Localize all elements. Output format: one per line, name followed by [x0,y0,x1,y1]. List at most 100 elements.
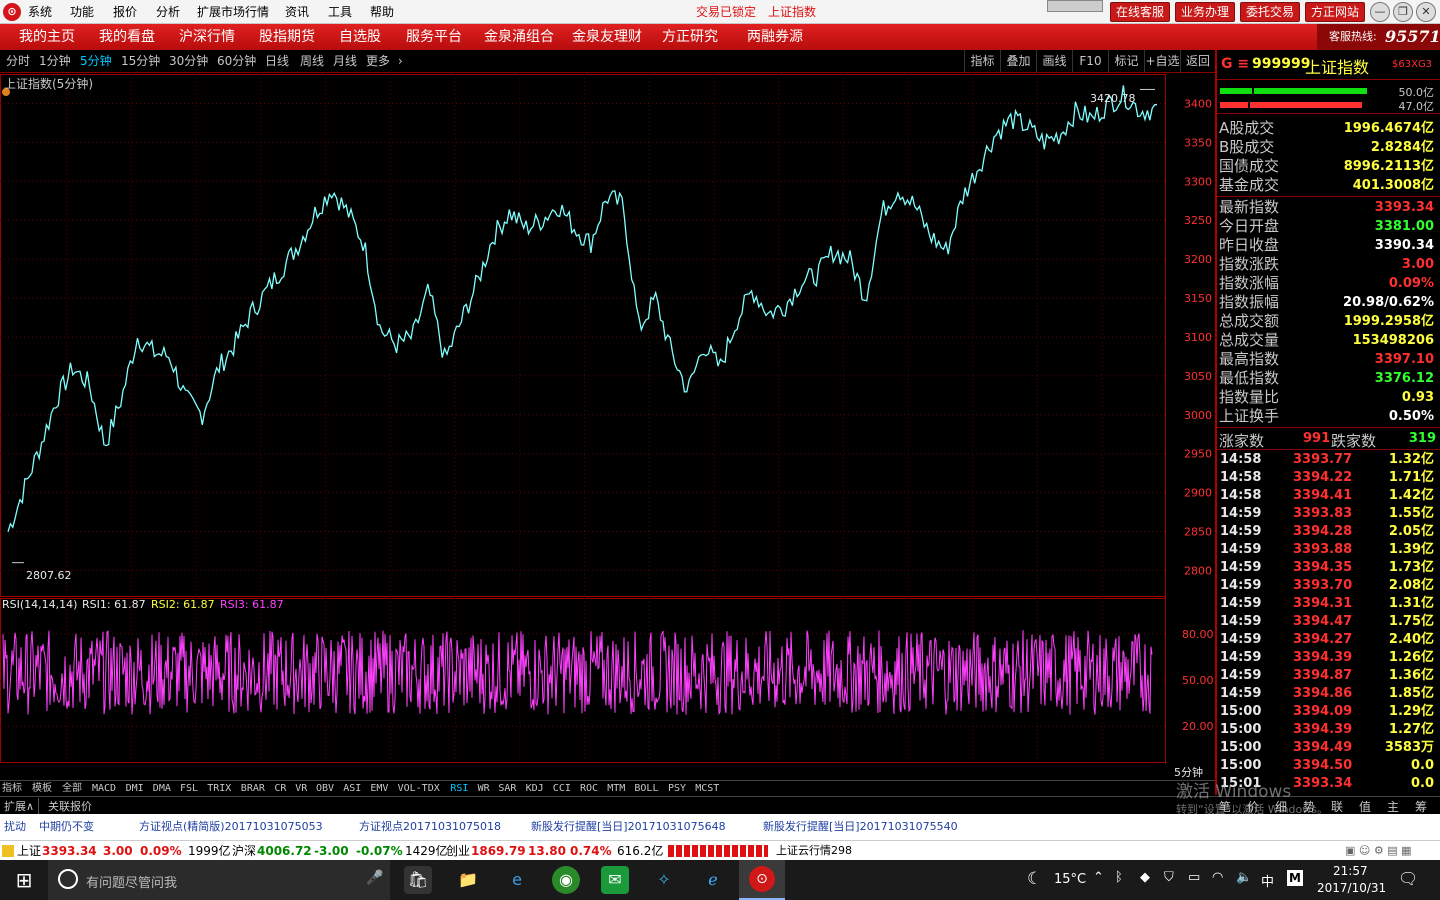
tick-row[interactable]: 14:59 3394.39 1.26亿 [1217,649,1438,667]
tick-list[interactable]: 14:58 3393.77 1.32亿 14:58 3394.22 1.71亿 14:58 3… [1217,451,1440,795]
indicator-tab-brar[interactable]: BRAR [241,781,265,797]
ime-indicator[interactable]: 中 [1261,871,1274,890]
status-icons[interactable]: ▣ ☺ ⚙ ▤ ▦ [1345,844,1412,857]
cortana-search[interactable]: 有问题尽管问我 🎤 [48,860,390,900]
indicator-tab-指标[interactable]: 指标 [2,781,22,797]
wechat-icon[interactable]: ✉ [601,866,629,894]
menu-tools[interactable]: 工具 [328,0,352,24]
tick-row[interactable]: 15:00 3394.39 1.27亿 [1217,721,1438,739]
panel-tab[interactable]: 筹 [1415,798,1427,815]
volume-icon[interactable]: 🔈 [1236,870,1252,885]
nav-market[interactable]: 沪深行情 [179,24,235,50]
tick-row[interactable]: 14:59 3394.27 2.40亿 [1217,631,1438,649]
minimize-icon[interactable]: — [1370,2,1390,22]
chart-svg[interactable]: 2800 2850 2900 2950 3000 3050 3100 3150 3200 3250… [0,74,1215,764]
menu-system[interactable]: 系统 [28,0,52,24]
menu-function[interactable]: 功能 [70,0,94,24]
tool-add-watch[interactable]: +自选 [1144,50,1180,73]
business-button[interactable]: 业务办理 [1175,2,1235,22]
indicator-tab-boll[interactable]: BOLL [634,781,658,797]
news-item[interactable]: 新股发行提醒[当日]20171031075648 [531,814,726,840]
menu-help[interactable]: 帮助 [370,0,394,24]
tray-usb-icon[interactable]: ▭ [1188,870,1200,885]
period-60min[interactable]: 60分钟 [217,50,256,73]
period-month[interactable]: 月线 [333,50,357,73]
period-1min[interactable]: 1分钟 [39,50,71,73]
tick-row[interactable]: 14:59 3394.35 1.73亿 [1217,559,1438,577]
nav-margin[interactable]: 两融券源 [747,24,803,50]
tool-back[interactable]: 返回 [1180,50,1215,73]
edge-icon[interactable]: e [503,866,531,894]
notification-icon[interactable]: 🗨 [1398,869,1418,888]
nav-home[interactable]: 我的主页 [19,24,75,50]
period-week[interactable]: 周线 [300,50,324,73]
tick-row[interactable]: 14:58 3394.22 1.71亿 [1217,469,1438,487]
news-item[interactable]: 中期仍不变 [39,814,94,840]
network-app-icon[interactable]: ✧ [650,866,678,894]
entrust-trade-button[interactable]: 委托交易 [1240,2,1300,22]
expand-tab[interactable]: 扩展∧ [4,798,40,814]
tool-f10[interactable]: F10 [1072,50,1108,73]
menu-extended-market[interactable]: 扩展市场行情 [197,0,269,24]
news-item[interactable]: 扰动 [4,814,26,840]
tool-draw[interactable]: 画线 [1036,50,1072,73]
clock-time[interactable]: 21:57 [1333,864,1368,878]
news-item[interactable]: 方证视点20171031075018 [359,814,501,840]
indicator-tab-rsi[interactable]: RSI [450,781,468,797]
panel-tab[interactable]: 联 [1331,798,1343,815]
ie-icon[interactable]: ℯ [699,866,727,894]
shield-icon[interactable]: ⛉ [1164,870,1174,885]
indicator-tab-dma[interactable]: DMA [153,781,171,797]
indicator-tab-cr[interactable]: CR [274,781,286,797]
tick-row[interactable]: 14:59 3394.87 1.36亿 [1217,667,1438,685]
nav-watchlist[interactable]: 自选股 [339,24,381,50]
nav-research[interactable]: 方正研究 [662,24,718,50]
related-quote-tab[interactable]: 关联报价 [48,798,92,814]
indicator-tab-obv[interactable]: OBV [316,781,334,797]
period-30min[interactable]: 30分钟 [169,50,208,73]
period-more[interactable]: 更多 [366,50,390,73]
menu-quote[interactable]: 报价 [113,0,137,24]
menu-analysis[interactable]: 分析 [156,0,180,24]
tick-row[interactable]: 15:00 3394.09 1.29亿 [1217,703,1438,721]
nav-service[interactable]: 服务平台 [406,24,462,50]
tool-overlay[interactable]: 叠加 [1000,50,1036,73]
tick-row[interactable]: 14:59 3394.47 1.75亿 [1217,613,1438,631]
indicator-tab-kdj[interactable]: KDJ [526,781,544,797]
period-15min[interactable]: 15分钟 [121,50,160,73]
tick-row[interactable]: 14:58 3393.77 1.32亿 [1217,451,1438,469]
nav-my-watch[interactable]: 我的看盘 [99,24,155,50]
online-service-button[interactable]: 在线客服 [1110,2,1170,22]
tick-row[interactable]: 15:00 3394.50 0.0 [1217,757,1438,775]
ime-m-icon[interactable]: M [1287,870,1303,886]
tray-app-icon[interactable]: ◆ [1140,870,1150,885]
nav-finance[interactable]: 金泉友理财 [572,24,642,50]
cloud-quote[interactable]: 上证云行情298 [776,841,852,861]
tray-chevron-up-icon[interactable]: ⌃ [1093,870,1104,885]
wifi-icon[interactable]: ◠ [1212,870,1223,885]
indicator-tab-sar[interactable]: SAR [498,781,516,797]
nav-portfolio[interactable]: 金泉涌组合 [484,24,554,50]
kline-chart[interactable]: 2800 2850 2900 2950 3000 3050 3100 3150 3200 3250… [0,74,1215,779]
news-item[interactable]: 方证视点(精简版)20171031075053 [139,814,323,840]
bluetooth-icon[interactable]: ᛒ [1115,870,1123,885]
indicator-tab-wr[interactable]: WR [478,781,490,797]
indicator-tab-psy[interactable]: PSY [668,781,686,797]
restore-icon[interactable]: ❐ [1393,2,1413,22]
indicator-tab-fsl[interactable]: FSL [180,781,198,797]
panel-tab[interactable]: 主 [1387,798,1399,815]
tick-row[interactable]: 14:58 3394.41 1.42亿 [1217,487,1438,505]
tick-row[interactable]: 14:59 3394.86 1.85亿 [1217,685,1438,703]
app-icon[interactable]: ◉ [552,866,580,894]
windows-start-icon[interactable]: ⊞ [10,866,38,894]
tick-row[interactable]: 14:59 3394.28 2.05亿 [1217,523,1438,541]
indicator-tab-模板[interactable]: 模板 [32,781,52,797]
mini-toolbar[interactable] [1047,0,1103,12]
indicator-tab-vol-tdx[interactable]: VOL-TDX [398,781,440,797]
close-icon[interactable]: ✕ [1416,2,1436,22]
tick-row[interactable]: 14:59 3393.88 1.39亿 [1217,541,1438,559]
period-5min[interactable]: 5分钟 [80,50,112,73]
indicator-tab-mcst[interactable]: MCST [695,781,719,797]
tool-indicator[interactable]: 指标 [964,50,1000,73]
indicator-tab-全部[interactable]: 全部 [62,781,82,797]
